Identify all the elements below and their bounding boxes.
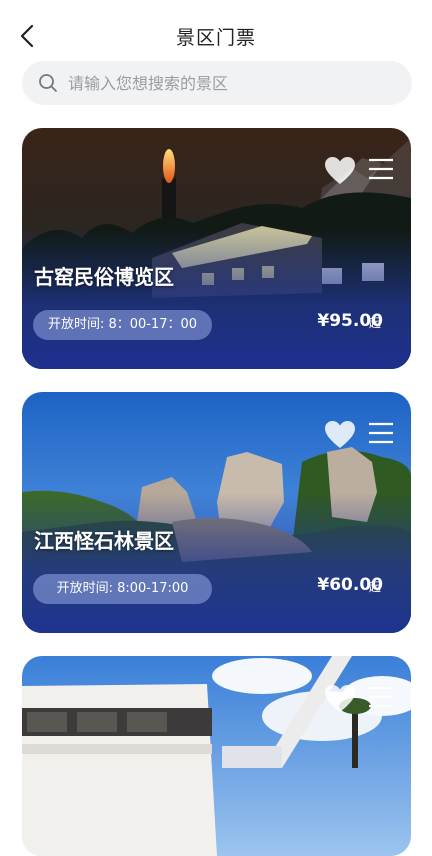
- menu-icon: [369, 422, 393, 444]
- favorite-button[interactable]: [324, 684, 356, 714]
- more-menu-button[interactable]: [368, 158, 394, 180]
- menu-icon: [369, 158, 393, 180]
- search-icon: [39, 74, 57, 92]
- scenic-name: 江西怪石林景区: [34, 529, 174, 553]
- scenic-card[interactable]: 古窑民俗博览区 开放时间: 8：00-17：00 ¥95.00: [22, 128, 411, 369]
- more-menu-button[interactable]: [368, 686, 394, 708]
- search-bar[interactable]: [22, 61, 412, 105]
- price-suffix: 起: [369, 580, 382, 594]
- scenic-card[interactable]: [22, 656, 411, 856]
- top-bar: 景区门票: [0, 0, 432, 66]
- menu-icon: [369, 686, 393, 708]
- more-menu-button[interactable]: [368, 422, 394, 444]
- card-overlay: [22, 493, 411, 633]
- card-overlay: [22, 229, 411, 369]
- price-suffix: 起: [369, 316, 382, 330]
- favorite-button[interactable]: [324, 420, 356, 450]
- heart-icon: [325, 421, 355, 448]
- opening-hours-badge: 开放时间: 8：00-17：00: [33, 310, 212, 340]
- scenic-name: 古窑民俗博览区: [34, 265, 174, 289]
- heart-icon: [325, 685, 355, 712]
- page-title: 景区门票: [175, 27, 256, 49]
- heart-icon: [325, 157, 355, 184]
- favorite-button[interactable]: [324, 156, 356, 186]
- opening-hours-badge: 开放时间: 8:00-17:00: [33, 574, 212, 604]
- search-input[interactable]: [68, 61, 398, 105]
- scenic-card[interactable]: 江西怪石林景区 开放时间: 8:00-17:00 ¥60.00: [22, 392, 411, 633]
